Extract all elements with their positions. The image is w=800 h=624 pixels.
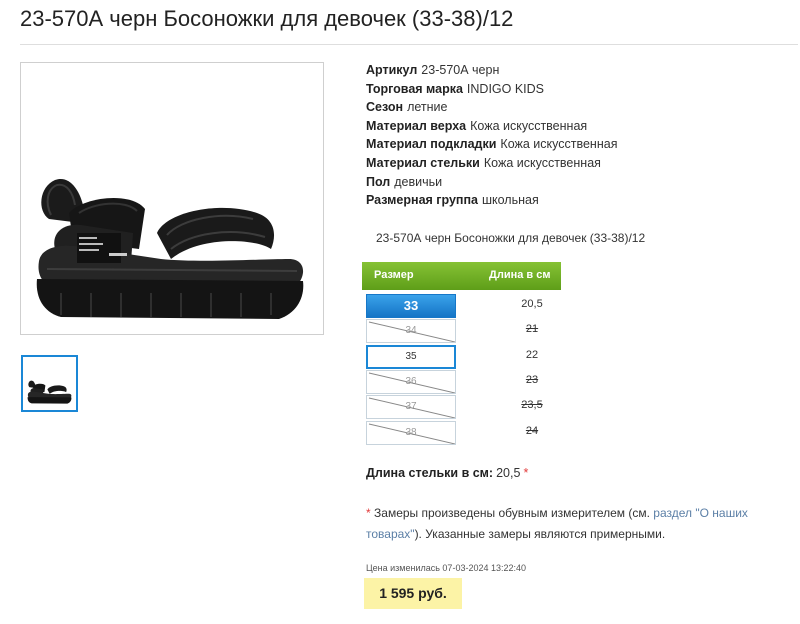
page-title: 23-570А черн Босоножки для девочек (33-3… <box>20 6 514 31</box>
size-row: 38 24 <box>366 421 566 445</box>
size-button-34[interactable]: 34 <box>366 319 456 343</box>
spec-value: Кожа искусственная <box>470 118 588 133</box>
spec-row-lining-material: Материал подкладки Кожа искусственная <box>366 135 617 154</box>
unavailable-strike-icon <box>368 397 455 418</box>
size-length: 23 <box>525 374 539 386</box>
spec-value: летние <box>407 100 448 115</box>
product-subtitle: 23-570А черн Босоножки для девочек (33-3… <box>376 231 646 245</box>
spec-row-brand: Торговая марка INDIGO KIDS <box>366 80 617 99</box>
unavailable-strike-icon <box>368 423 455 444</box>
product-main-image[interactable] <box>20 62 324 335</box>
size-length: 20,5 <box>521 298 543 310</box>
unavailable-strike-icon <box>368 372 455 393</box>
size-button-38[interactable]: 38 <box>366 421 456 445</box>
spec-value: школьная <box>481 193 539 208</box>
product-thumbnail[interactable] <box>21 355 78 412</box>
price: 1 595 руб. <box>364 578 462 609</box>
spec-value: Кожа искусственная <box>483 155 601 170</box>
spec-key: Материал стельки <box>366 155 480 170</box>
insole-length: Длина стельки в см: 20,5 * <box>366 466 528 480</box>
spec-value: INDIGO KIDS <box>466 81 545 96</box>
length-column-header: Длина в см <box>489 269 551 281</box>
size-row: 35 22 <box>366 345 566 369</box>
size-length: 21 <box>525 323 539 335</box>
product-specs: Артикул 23-570А черн Торговая марка INDIGO… <box>366 61 617 210</box>
size-row: 36 23 <box>366 370 566 394</box>
price-changed-label: Цена изменилась 07-03-2024 13:22:40 <box>366 563 527 573</box>
required-star: * <box>523 466 529 480</box>
sandal-image-icon <box>36 178 304 319</box>
spec-key: Пол <box>366 174 391 189</box>
spec-value: Кожа искусственная <box>500 137 618 152</box>
spec-row-gender: Пол девичьи <box>366 173 617 192</box>
measurement-note: * Замеры произведены обувным измерителем… <box>366 503 786 545</box>
size-row: 33 20,5 <box>366 294 566 318</box>
insole-length-label: Длина стельки в см: <box>366 466 494 480</box>
size-column-header: Размер <box>374 269 414 281</box>
spec-value: 23-570А черн <box>421 63 500 77</box>
title-divider <box>20 44 798 45</box>
note-text-start: Замеры произведены обувным измерителем (… <box>374 506 650 520</box>
spec-key: Сезон <box>366 100 404 115</box>
spec-key: Материал верха <box>366 118 467 133</box>
unavailable-strike-icon <box>368 321 455 342</box>
size-row: 34 21 <box>366 319 566 343</box>
spec-key: Торговая марка <box>366 81 463 96</box>
size-length: 22 <box>525 349 539 361</box>
note-star: * <box>366 506 371 520</box>
size-length: 24 <box>525 425 539 437</box>
size-button-33[interactable]: 33 <box>366 294 456 318</box>
size-button-35[interactable]: 35 <box>366 345 456 369</box>
spec-key: Размерная группа <box>366 193 478 208</box>
size-length: 23,5 <box>521 399 543 411</box>
sandal-thumbnail-icon <box>27 380 72 404</box>
spec-value: девичьи <box>394 174 443 189</box>
spec-key: Материал подкладки <box>366 137 497 152</box>
size-row: 37 23,5 <box>366 395 566 419</box>
spec-row-upper-material: Материал верха Кожа искусственная <box>366 117 617 136</box>
spec-row-article: Артикул 23-570А черн <box>366 61 617 80</box>
spec-row-insole-material: Материал стельки Кожа искусственная <box>366 154 617 173</box>
size-button-37[interactable]: 37 <box>366 395 456 419</box>
spec-key: Артикул <box>366 63 418 77</box>
size-button-36[interactable]: 36 <box>366 370 456 394</box>
insole-length-value: 20,5 <box>496 466 521 480</box>
size-table-header: Размер Длина в см <box>362 262 561 290</box>
note-text-end: ). Указанные замеры являются примерными. <box>414 527 666 541</box>
spec-row-size-group: Размерная группа школьная <box>366 191 617 210</box>
spec-row-season: Сезон летние <box>366 98 617 117</box>
